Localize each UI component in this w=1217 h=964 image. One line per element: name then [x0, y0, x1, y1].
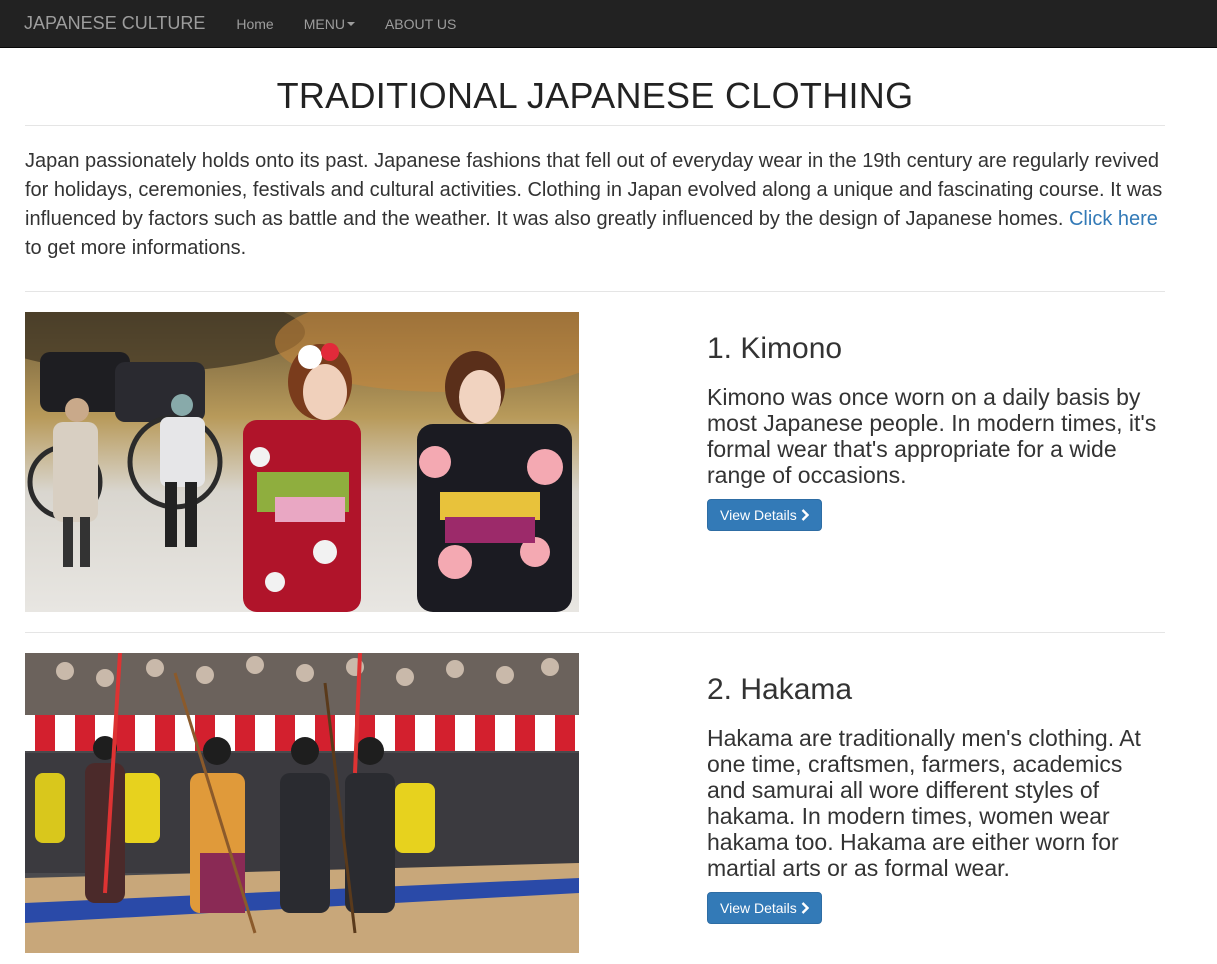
feature-heading: 1. Kimono [707, 332, 843, 365]
view-details-button[interactable]: View Details [707, 499, 822, 531]
caret-down-icon [346, 21, 355, 26]
view-details-button[interactable]: View Details [707, 892, 822, 924]
intro-tail-text: to get more informations. [25, 237, 247, 259]
main-content: TRADITIONAL JAPANESE CLOTHING Japan pass… [25, 48, 1165, 953]
nav-home-link[interactable]: Home [221, 16, 288, 32]
more-info-link[interactable]: Click here [1069, 208, 1158, 230]
chevron-right-icon [801, 509, 809, 521]
feature-heading: 2. Hakama [707, 673, 853, 706]
nav-home-label: Home [236, 15, 274, 32]
button-label: View Details [720, 507, 797, 523]
hakama-image [25, 653, 579, 953]
intro-text: Japan passionately holds onto its past. … [25, 150, 1163, 230]
hakama-description: 2. Hakama Hakama are traditionally men's… [707, 673, 1167, 924]
nav-about-link[interactable]: ABOUT US [370, 16, 471, 32]
chevron-right-icon [801, 902, 809, 914]
feature-kimono: 1. Kimono Kimono was once worn on a dail… [25, 312, 1165, 612]
kimono-description: 1. Kimono Kimono was once worn on a dail… [707, 332, 1167, 531]
nav-about-label: ABOUT US [384, 15, 457, 32]
brand-link[interactable]: JAPANESE CULTURE [24, 13, 205, 34]
feature-text: Hakama are traditionally men's clothing.… [707, 725, 1141, 881]
top-navbar: JAPANESE CULTURE Home MENU ABOUT US [0, 0, 1217, 48]
intro-paragraph: Japan passionately holds onto its past. … [25, 147, 1165, 263]
feature-hakama: 2. Hakama Hakama are traditionally men's… [25, 653, 1165, 953]
divider [25, 632, 1165, 633]
page-title: TRADITIONAL JAPANESE CLOTHING [276, 75, 914, 116]
feature-text: Kimono was once worn on a daily basis by… [707, 384, 1157, 488]
divider [25, 125, 1165, 126]
divider [25, 291, 1165, 292]
nav-menu-dropdown[interactable]: MENU [289, 16, 370, 32]
kimono-image [25, 312, 579, 612]
button-label: View Details [720, 900, 797, 916]
nav-menu-label: MENU [303, 15, 345, 32]
nav-links: Home MENU ABOUT US [221, 16, 471, 32]
